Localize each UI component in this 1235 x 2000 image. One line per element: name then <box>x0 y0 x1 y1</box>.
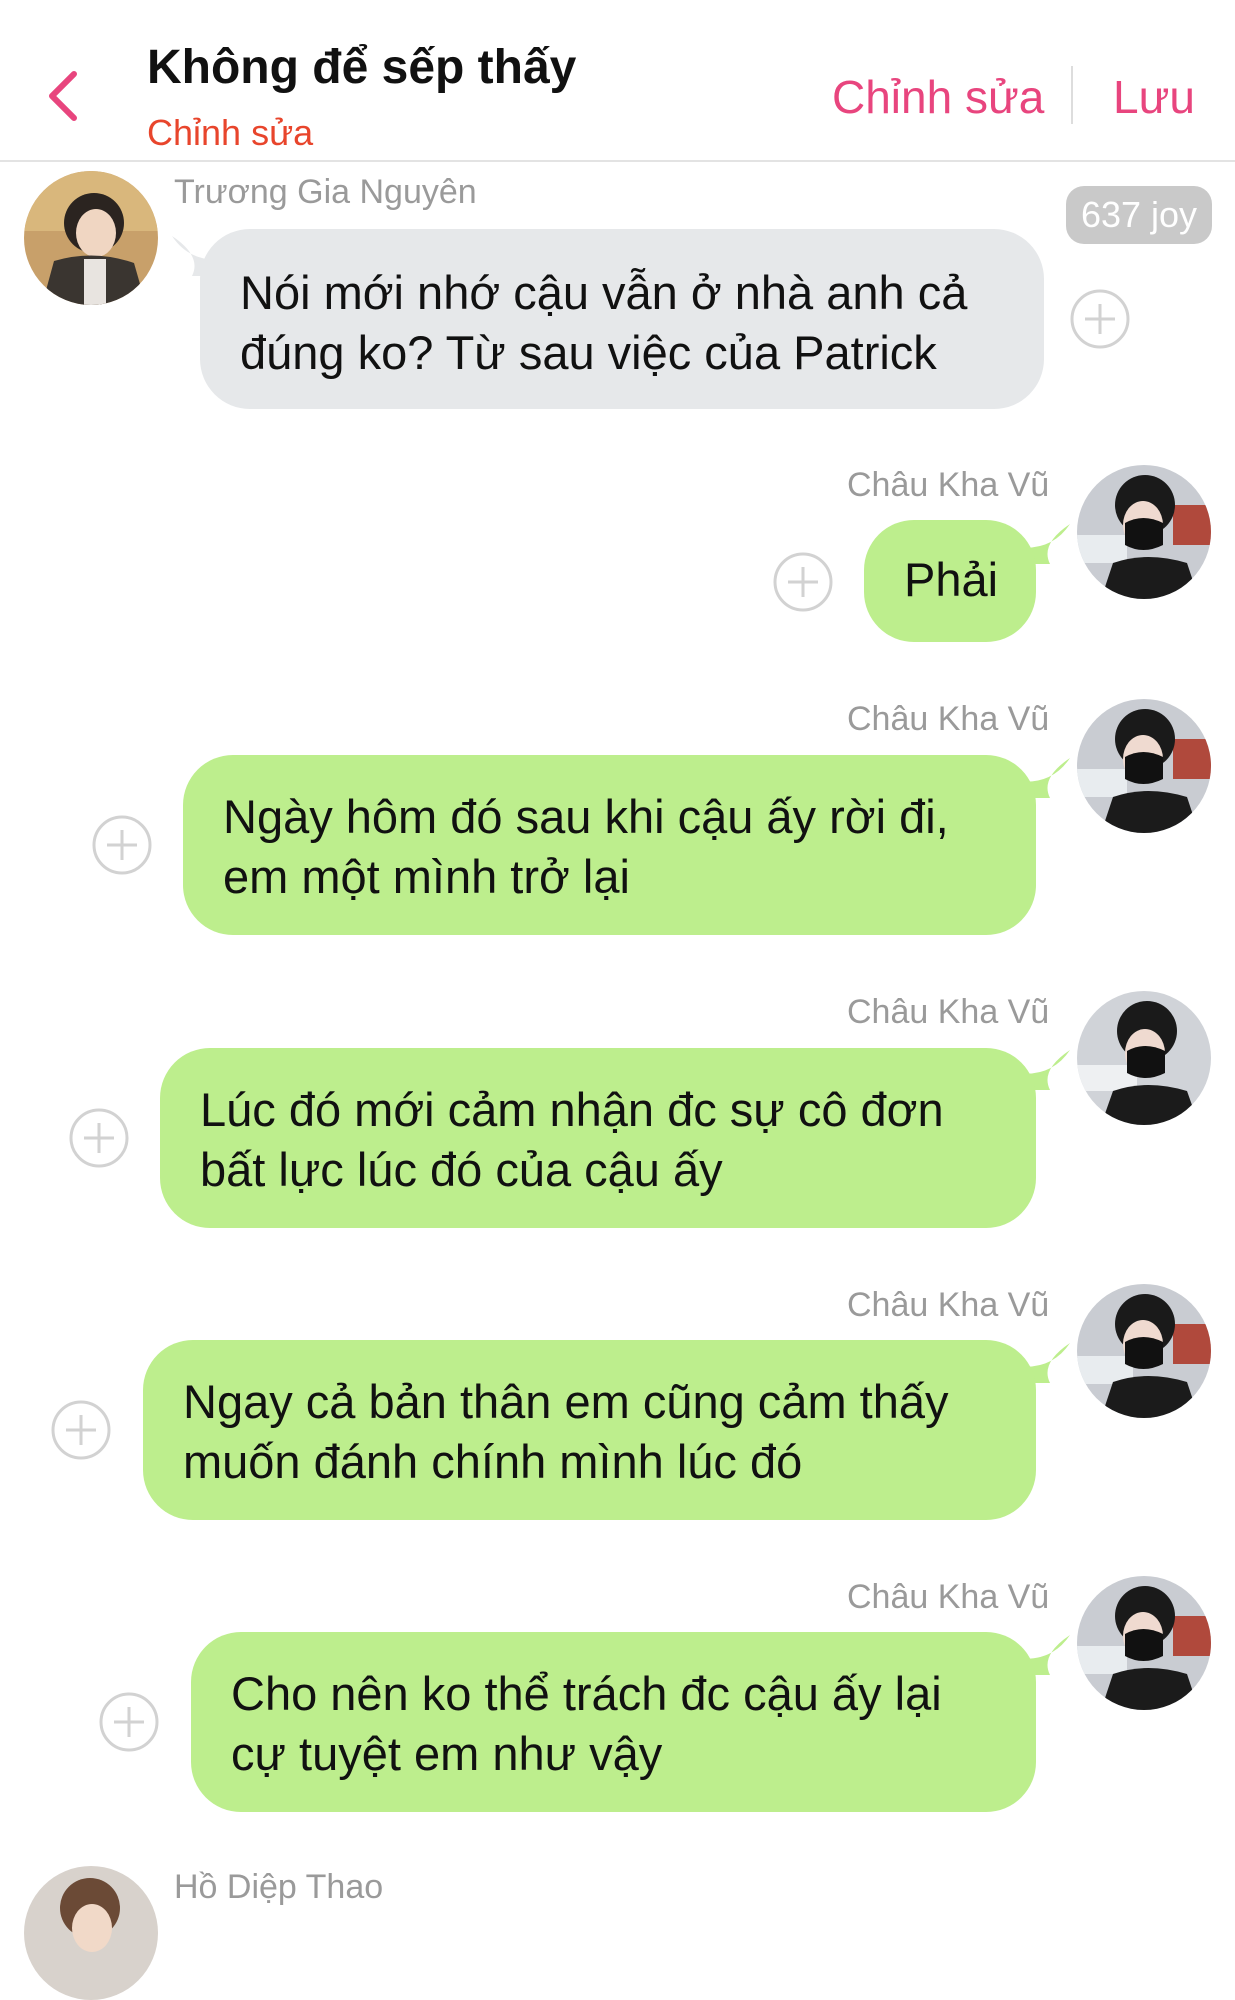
sender-name: Trương Gia Nguyên <box>174 173 477 211</box>
chat-header: Không để sếp thấy Chỉnh sửa Chỉnh sửa Lư… <box>0 0 1235 162</box>
sender-name: Châu Kha Vũ <box>847 993 1050 1031</box>
message-text-line: Phải <box>904 553 999 606</box>
message-text-line: Ngay cả bản thân em cũng cảm thấy <box>183 1375 949 1428</box>
plus-circle-icon[interactable] <box>772 551 834 613</box>
header-divider <box>1071 66 1073 124</box>
avatar-chau-kha-vu[interactable] <box>1077 1284 1211 1418</box>
plus-circle-icon[interactable] <box>91 814 153 876</box>
message-bubble[interactable]: Nói mới nhớ cậu vẫn ở nhà anh cả đúng ko… <box>200 229 1044 409</box>
avatar-chau-kha-vu[interactable] <box>1077 1576 1211 1710</box>
joy-count-badge: 637 joy <box>1066 186 1212 244</box>
chat-subtitle-edit[interactable]: Chỉnh sửa <box>147 112 313 154</box>
message-text-line: bất lực lúc đó của cậu ấy <box>200 1143 723 1196</box>
chevron-left-icon[interactable] <box>42 66 86 126</box>
avatar-chau-kha-vu[interactable] <box>1077 991 1211 1125</box>
message-bubble[interactable]: Ngày hôm đó sau khi cậu ấy rời đi, em mộ… <box>183 755 1036 935</box>
message-text-line: Nói mới nhớ cậu vẫn ở nhà anh cả <box>240 266 968 319</box>
avatar-chau-kha-vu[interactable] <box>1077 699 1211 833</box>
message-text-line: Cho nên ko thể trách đc cậu ấy lại <box>231 1667 942 1720</box>
message-bubble[interactable]: Lúc đó mới cảm nhận đc sự cô đơn bất lực… <box>160 1048 1036 1228</box>
plus-circle-icon[interactable] <box>1069 288 1131 350</box>
sender-name: Hồ Diệp Thao <box>174 1868 384 1906</box>
chat-title: Không để sếp thấy <box>147 41 577 94</box>
sender-name: Châu Kha Vũ <box>847 1286 1050 1324</box>
message-text-line: cự tuyệt em như vậy <box>231 1727 663 1780</box>
save-button[interactable]: Lưu <box>1113 70 1195 124</box>
plus-circle-icon[interactable] <box>98 1691 160 1753</box>
message-bubble[interactable]: Phải <box>864 520 1036 642</box>
message-text-line: Ngày hôm đó sau khi cậu ấy rời đi, <box>223 790 949 843</box>
message-text-line: muốn đánh chính mình lúc đó <box>183 1435 803 1488</box>
avatar-ho-diep-thao[interactable] <box>24 1866 158 2000</box>
message-text-line: em một mình trở lại <box>223 850 630 903</box>
message-bubble[interactable]: Ngay cả bản thân em cũng cảm thấy muốn đ… <box>143 1340 1036 1520</box>
sender-name: Châu Kha Vũ <box>847 700 1050 738</box>
avatar-truong-gia-nguyen[interactable] <box>24 171 158 305</box>
message-bubble[interactable]: Cho nên ko thể trách đc cậu ấy lại cự tu… <box>191 1632 1036 1812</box>
message-text-line: Lúc đó mới cảm nhận đc sự cô đơn <box>200 1083 944 1136</box>
message-text-line: đúng ko? Từ sau việc của Patrick <box>240 326 937 379</box>
edit-button[interactable]: Chỉnh sửa <box>832 70 1044 124</box>
sender-name: Châu Kha Vũ <box>847 1578 1050 1616</box>
sender-name: Châu Kha Vũ <box>847 466 1050 504</box>
plus-circle-icon[interactable] <box>68 1107 130 1169</box>
plus-circle-icon[interactable] <box>50 1399 112 1461</box>
avatar-chau-kha-vu[interactable] <box>1077 465 1211 599</box>
